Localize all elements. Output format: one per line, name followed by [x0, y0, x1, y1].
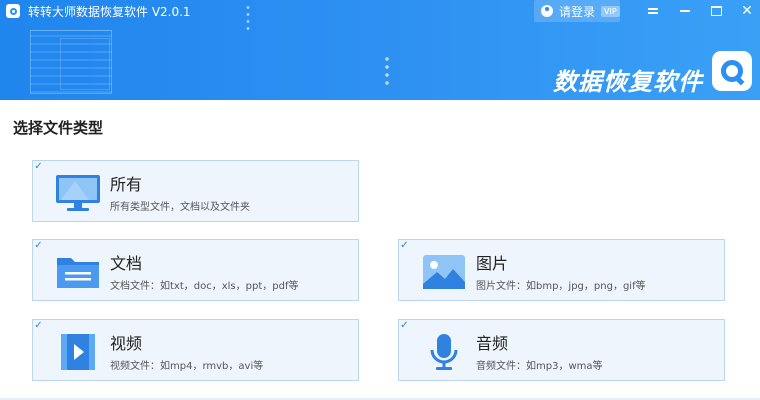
- card-description: 图片文件：如bmp，jpg，png，gif等: [476, 281, 646, 292]
- image-icon: [423, 255, 465, 289]
- monitor-icon: [56, 175, 100, 211]
- close-icon: ✕: [741, 3, 753, 19]
- file-type-card-images[interactable]: ✓ 图片 图片文件：如bmp，jpg，png，gif等: [398, 239, 725, 301]
- checkbox-checked-icon[interactable]: ✓: [399, 240, 410, 251]
- file-type-card-all[interactable]: ✓ 所有 所有类型文件，文档以及文件夹: [32, 160, 359, 222]
- login-button[interactable]: 请登录 VIP: [534, 0, 620, 22]
- app-logo-icon: [6, 4, 20, 18]
- banner-title: 数据恢复软件: [553, 68, 703, 96]
- minimize-icon: [680, 10, 690, 12]
- brand-logo-icon: [712, 51, 752, 91]
- file-type-card-audio[interactable]: ✓ 音频 音频文件：如mp3，wma等: [398, 319, 725, 381]
- decorative-dots: [245, 4, 251, 30]
- card-description: 所有类型文件，文档以及文件夹: [110, 202, 250, 213]
- login-label: 请登录: [559, 4, 596, 19]
- folder-icon: [57, 258, 99, 288]
- card-title: 文档: [110, 254, 143, 273]
- menu-icon: [648, 6, 658, 16]
- decorative-panel: [60, 38, 110, 90]
- video-icon: [61, 334, 95, 370]
- card-title: 所有: [110, 175, 143, 194]
- menu-button[interactable]: [638, 0, 668, 22]
- maximize-icon: [710, 6, 722, 16]
- checkbox-checked-icon[interactable]: ✓: [33, 161, 44, 172]
- checkbox-checked-icon[interactable]: ✓: [33, 320, 44, 331]
- minimize-button[interactable]: [670, 0, 700, 22]
- microphone-icon: [430, 334, 458, 370]
- decorative-dots: [384, 55, 390, 85]
- card-title: 视频: [110, 334, 143, 353]
- card-description: 视频文件：如mp4，rmvb，avi等: [110, 361, 264, 372]
- header-banner: 转转大师数据恢复软件 V2.0.1 请登录 VIP ✕ 数据恢复软件: [0, 0, 760, 100]
- checkbox-checked-icon[interactable]: ✓: [399, 320, 410, 331]
- card-title: 图片: [476, 254, 509, 273]
- vip-badge: VIP: [601, 5, 620, 17]
- user-icon: [541, 5, 553, 17]
- card-title: 音频: [476, 334, 509, 353]
- checkbox-checked-icon[interactable]: ✓: [33, 240, 44, 251]
- window-title: 转转大师数据恢复软件 V2.0.1: [28, 5, 191, 19]
- card-description: 文档文件：如txt，doc，xls，ppt，pdf等: [110, 281, 299, 292]
- section-title: 选择文件类型: [13, 119, 104, 137]
- close-button[interactable]: ✕: [732, 0, 760, 22]
- file-type-card-documents[interactable]: ✓ 文档 文档文件：如txt，doc，xls，ppt，pdf等: [32, 239, 359, 301]
- card-description: 音频文件：如mp3，wma等: [476, 361, 603, 372]
- maximize-button[interactable]: [701, 0, 731, 22]
- file-type-card-video[interactable]: ✓ 视频 视频文件：如mp4，rmvb，avi等: [32, 319, 359, 381]
